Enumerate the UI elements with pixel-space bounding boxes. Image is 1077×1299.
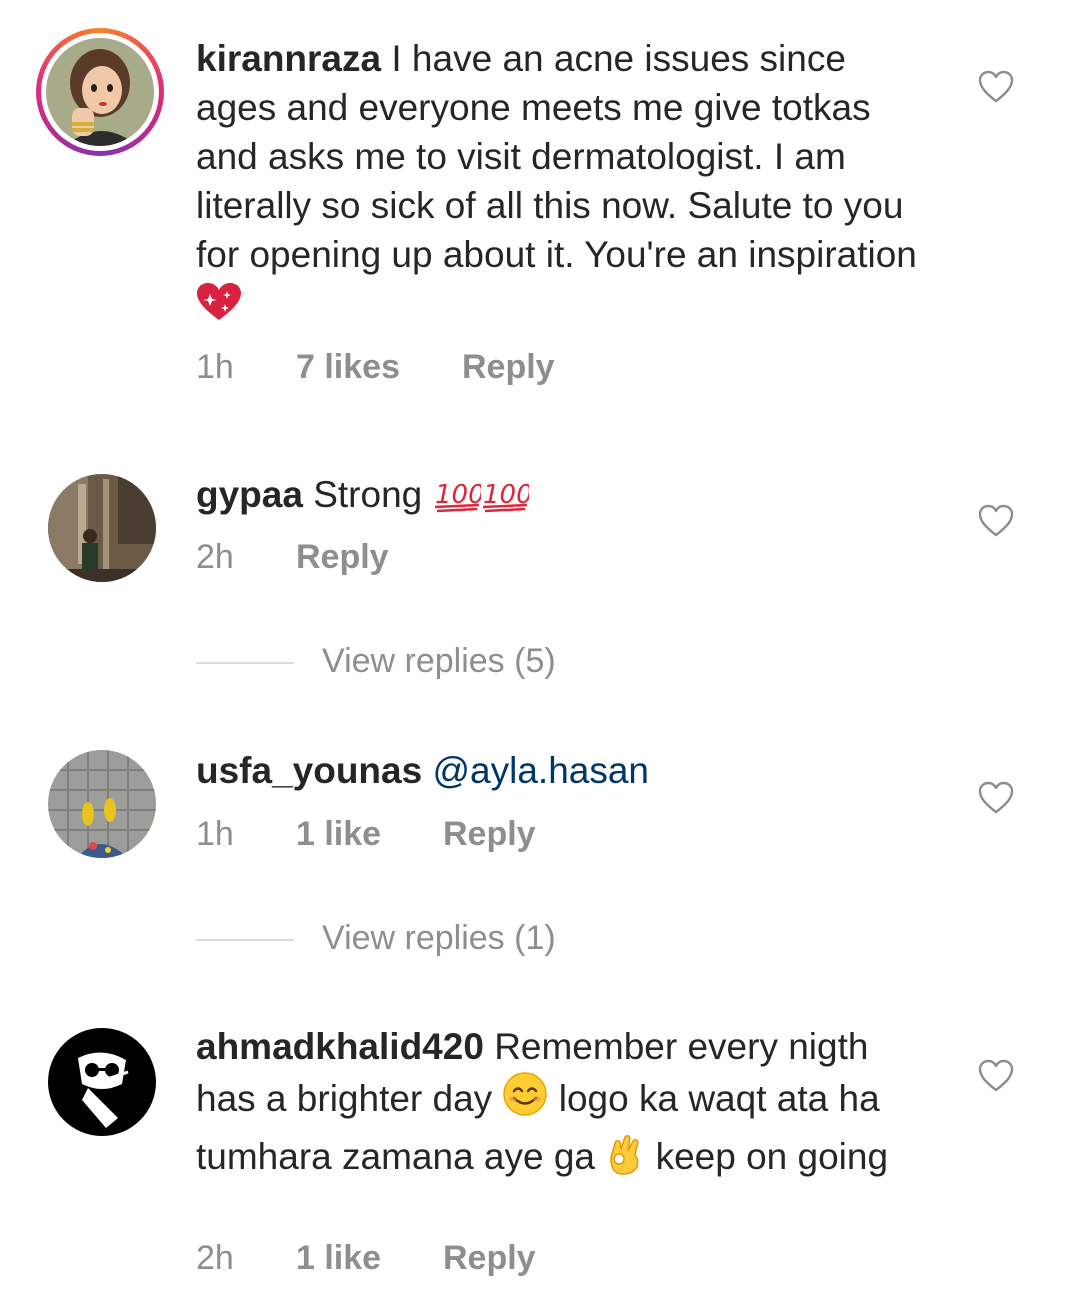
- comment-username[interactable]: gypaa: [196, 474, 303, 515]
- comment-time: 2h: [196, 538, 234, 576]
- comment-body: ahmadkhalid420 Remember every nigth has …: [196, 1022, 936, 1187]
- comment-text: keep on going: [655, 1136, 889, 1177]
- reply-button[interactable]: Reply: [296, 538, 389, 577]
- illustrated-girl-avatar-icon: [46, 38, 154, 146]
- avatar[interactable]: [48, 474, 156, 582]
- divider-line: [196, 662, 294, 664]
- likes-count[interactable]: 7 likes: [296, 348, 400, 387]
- comment-time: 1h: [196, 815, 234, 853]
- likes-count[interactable]: 1 like: [296, 1239, 381, 1278]
- reply-button[interactable]: Reply: [443, 815, 536, 854]
- view-replies-label[interactable]: View replies (1): [322, 919, 556, 958]
- comment-username[interactable]: ahmadkhalid420: [196, 1026, 484, 1067]
- reply-button[interactable]: Reply: [443, 1239, 536, 1278]
- ok-hand-emoji: [605, 1129, 645, 1187]
- avatar: [46, 38, 154, 146]
- reply-button[interactable]: Reply: [462, 348, 555, 387]
- comment-body: usfa_younas @ayla.hasan: [196, 746, 936, 795]
- mention-link[interactable]: @ayla.hasan: [432, 750, 649, 791]
- sketch-man-avatar-icon: [48, 1028, 156, 1136]
- photo-avatar-icon: [48, 474, 156, 582]
- avatar[interactable]: [48, 750, 156, 858]
- photo-avatar-icon: [48, 750, 156, 858]
- heart-outline-icon[interactable]: [978, 70, 1014, 104]
- heart-outline-icon[interactable]: [978, 1059, 1014, 1093]
- avatar[interactable]: [48, 1028, 156, 1136]
- comment-time: 1h: [196, 348, 234, 386]
- comment-username[interactable]: kirannraza: [196, 38, 381, 79]
- avatar-story-ring[interactable]: [36, 28, 164, 156]
- comment-username[interactable]: usfa_younas: [196, 750, 422, 791]
- heart-outline-icon[interactable]: [978, 504, 1014, 538]
- view-replies-label[interactable]: View replies (5): [322, 642, 556, 681]
- smiling-face-emoji: [502, 1071, 548, 1129]
- divider-line: [196, 939, 294, 941]
- sparkling-heart-emoji: [196, 282, 242, 334]
- comment-text: Strong: [313, 474, 423, 515]
- hundred-points-emoji: 100: [481, 476, 532, 525]
- comment-body: gypaa Strong 100 100: [196, 470, 936, 525]
- comment-time: 2h: [196, 1239, 234, 1277]
- comment-body: kirannraza I have an acne issues since a…: [196, 34, 936, 334]
- heart-outline-icon[interactable]: [978, 781, 1014, 815]
- likes-count[interactable]: 1 like: [296, 815, 381, 854]
- hundred-points-emoji: 100: [433, 476, 484, 525]
